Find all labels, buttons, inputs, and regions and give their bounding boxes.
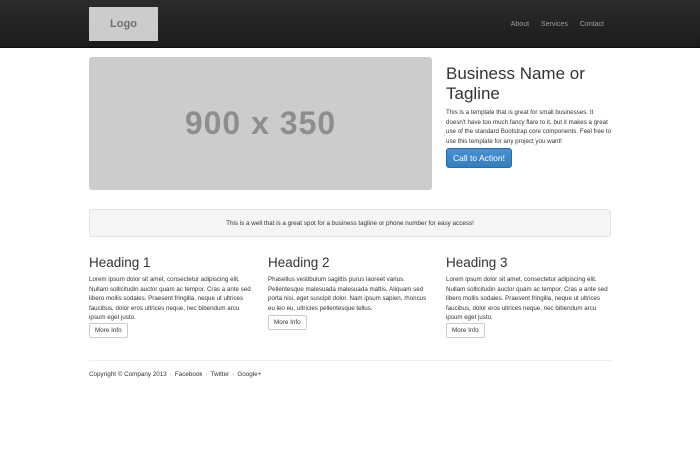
column-3-text: Lorem ipsum dolor sit amet, consectetur … — [446, 276, 608, 322]
footer-link-facebook[interactable]: Facebook — [175, 371, 203, 378]
tagline-well: This is a well that is a great spot for … — [89, 209, 611, 237]
column-2-heading: Heading 2 — [268, 255, 330, 270]
footer-divider — [89, 360, 611, 361]
well-text: This is a well that is a great spot for … — [226, 219, 474, 227]
call-to-action-button[interactable]: Call to Action! — [446, 148, 512, 168]
hero-description: This is a template that is great for sma… — [446, 109, 612, 145]
footer-separator: · — [169, 371, 172, 378]
navbar: Logo About Services Contact — [0, 0, 700, 48]
column-2-text: Phasellus vestibulum sagittis purus laor… — [268, 276, 427, 312]
column-2-more-info-button[interactable]: More Info — [268, 315, 307, 330]
footer-link-googleplus[interactable]: Google+ — [237, 371, 261, 378]
column-1: Heading 1 Lorem ipsum dolor sit amet, co… — [89, 255, 254, 323]
nav-link-contact[interactable]: Contact — [580, 21, 604, 28]
column-1-heading: Heading 1 — [89, 255, 151, 270]
column-1-text: Lorem ipsum dolor sit amet, consectetur … — [89, 276, 251, 322]
column-3: Heading 3 Lorem ipsum dolor sit amet, co… — [446, 255, 611, 323]
footer-separator: · — [205, 371, 208, 378]
footer: Copyright © Company 2013 · Facebook · Tw… — [89, 371, 261, 378]
nav-links: About Services Contact — [499, 0, 604, 48]
nav-link-about[interactable]: About — [511, 21, 529, 28]
nav-link-services[interactable]: Services — [541, 21, 568, 28]
column-1-more-info-button[interactable]: More Info — [89, 323, 128, 338]
footer-link-twitter[interactable]: Twitter — [211, 371, 230, 378]
logo[interactable]: Logo — [89, 7, 158, 41]
column-3-heading: Heading 3 — [446, 255, 508, 270]
column-3-more-info-button[interactable]: More Info — [446, 323, 485, 338]
footer-copyright: Copyright © Company 2013 — [89, 371, 167, 378]
footer-separator: · — [232, 371, 235, 378]
column-2: Heading 2 Phasellus vestibulum sagittis … — [268, 255, 433, 313]
hero-title: Business Name or Tagline — [446, 64, 585, 103]
hero-image-placeholder: 900 x 350 — [89, 57, 432, 190]
